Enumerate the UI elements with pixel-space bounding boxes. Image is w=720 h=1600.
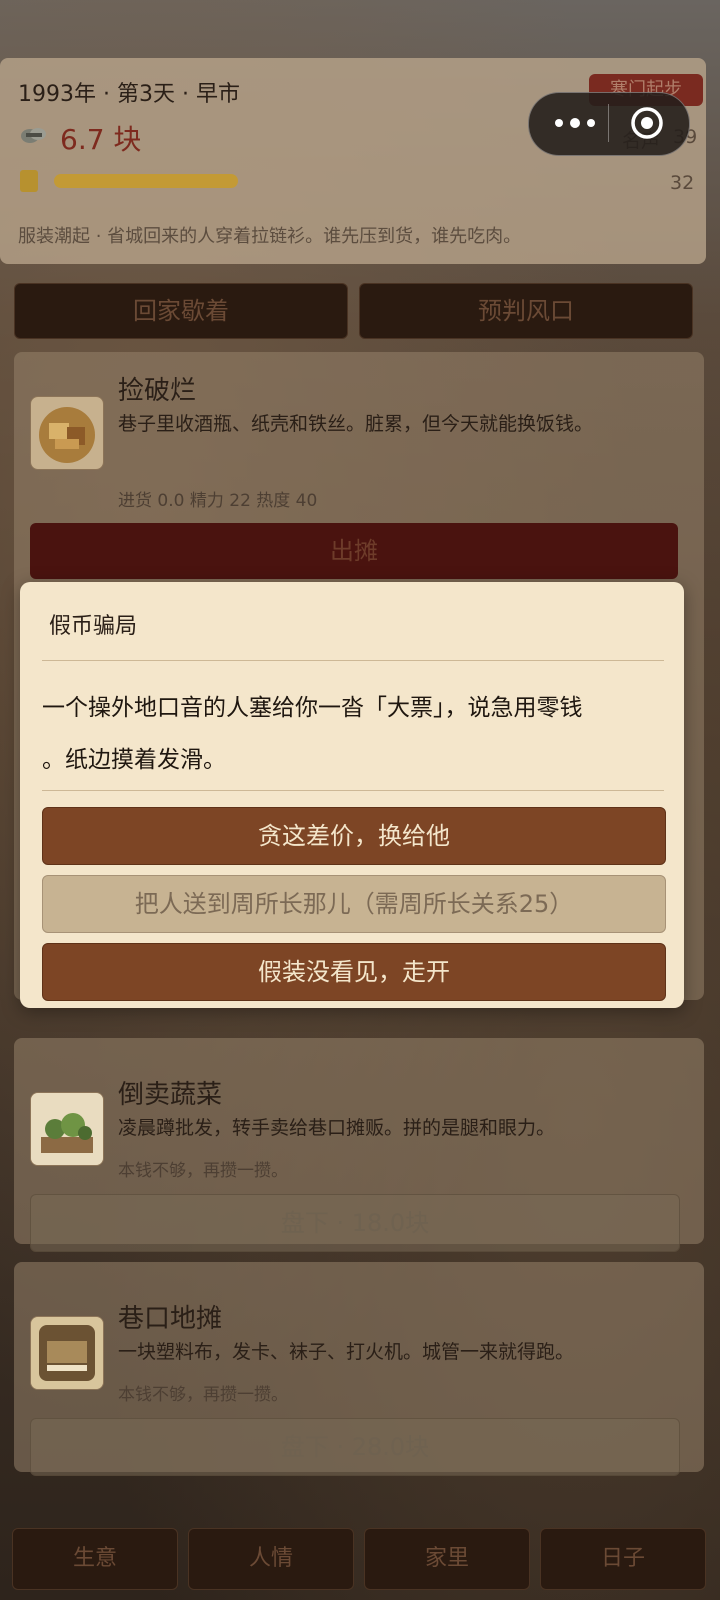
job-description: 巷子里收酒瓶、纸壳和铁丝。脏累，但今天就能换饭钱。 xyxy=(118,413,594,435)
job-title: 捡破烂 xyxy=(118,376,197,406)
money-icon xyxy=(21,128,46,143)
news-ticker: 服装潮起 · 省城回来的人穿着拉链衫。谁先压到货，谁先吃肉。 xyxy=(18,226,522,247)
buy-business-button[interactable]: 盘下 · 18.0块 xyxy=(30,1194,680,1252)
buy-business-button[interactable]: 盘下 · 28.0块 xyxy=(30,1418,680,1476)
job-description: 凌晨蹲批发，转手卖给巷口摊贩。拼的是腿和眼力。 xyxy=(118,1117,556,1139)
tab-relations[interactable]: 人情 xyxy=(188,1528,354,1590)
start-stall-button[interactable]: 出摊 xyxy=(30,523,678,579)
stamina-bar xyxy=(54,174,238,188)
event-description-line: 一个操外地口音的人塞给你一沓「大票」，说急用零钱 xyxy=(42,695,583,721)
money-value: 6.7 块 xyxy=(60,123,142,156)
event-description: 一个操外地口音的人塞给你一沓「大票」，说急用零钱 。纸边摸着发滑。 xyxy=(42,682,682,786)
modal-divider xyxy=(42,790,664,791)
job-description: 一块塑料布，发卡、袜子、打火机。城管一来就得跑。 xyxy=(118,1341,575,1363)
more-dots-icon[interactable] xyxy=(548,112,602,134)
option-report-button[interactable]: 把人送到周所长那儿（需周所长关系25） xyxy=(42,875,666,933)
stamina-value: 32 xyxy=(670,172,695,194)
event-title: 假币骗局 xyxy=(49,614,138,639)
modal-divider xyxy=(42,660,664,661)
scrap-basket-icon xyxy=(30,396,104,470)
job-meta: 本钱不够，再攒一攒。 xyxy=(118,1385,288,1405)
target-close-icon[interactable] xyxy=(630,106,664,140)
stamina-icon xyxy=(20,170,38,192)
event-description-line: 。纸边摸着发滑。 xyxy=(42,747,226,773)
job-title: 倒卖蔬菜 xyxy=(118,1080,223,1110)
tab-home[interactable]: 家里 xyxy=(364,1528,530,1590)
predict-button[interactable]: 预判风口 xyxy=(359,283,693,339)
option-walk-away-button[interactable]: 假装没看见，走开 xyxy=(42,943,666,1001)
rest-button[interactable]: 回家歇着 xyxy=(14,283,348,339)
job-meta: 进货 0.0 精力 22 热度 40 xyxy=(118,491,318,511)
date-line: 1993年 · 第3天 · 早市 xyxy=(18,82,240,107)
tab-life[interactable]: 日子 xyxy=(540,1528,706,1590)
street-stall-icon xyxy=(30,1316,104,1390)
job-meta: 本钱不够，再攒一攒。 xyxy=(118,1161,288,1181)
option-exchange-button[interactable]: 贪这差价，换给他 xyxy=(42,807,666,865)
job-title: 巷口地摊 xyxy=(118,1304,223,1334)
tab-business[interactable]: 生意 xyxy=(12,1528,178,1590)
capsule-divider xyxy=(608,104,609,142)
vegetable-stall-icon xyxy=(30,1092,104,1166)
